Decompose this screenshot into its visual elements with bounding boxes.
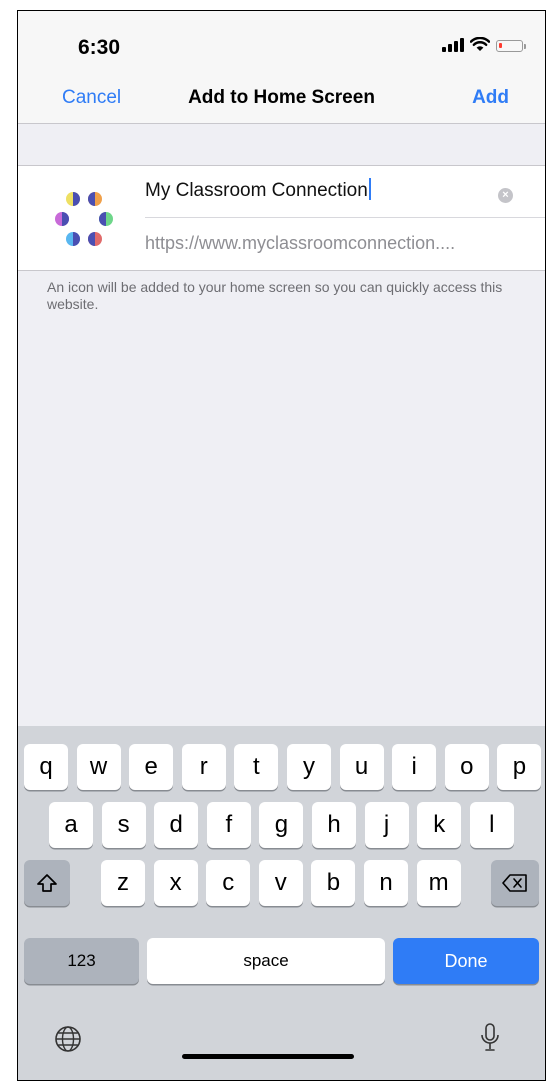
backspace-icon — [502, 874, 527, 892]
text-cursor — [368, 178, 371, 200]
key-m[interactable]: m — [416, 860, 461, 906]
keyboard: qwertyuiop asdfghjkl zxcvbnm 123 space D… — [18, 726, 545, 1080]
key-s[interactable]: s — [101, 802, 146, 848]
key-g[interactable]: g — [259, 802, 304, 848]
shift-key[interactable] — [24, 860, 70, 906]
key-x[interactable]: x — [153, 860, 198, 906]
key-d[interactable]: d — [154, 802, 199, 848]
key-a[interactable]: a — [49, 802, 93, 848]
cancel-button[interactable]: Cancel — [62, 87, 121, 109]
key-o[interactable]: o — [444, 744, 489, 790]
battery-icon — [496, 40, 526, 52]
key-h[interactable]: h — [312, 802, 356, 848]
app-logo-icon — [55, 192, 113, 246]
key-p[interactable]: p — [497, 744, 542, 790]
wifi-icon — [470, 37, 490, 51]
key-c[interactable]: c — [206, 860, 251, 906]
url-text: https://www.myclassroomconnection.... — [145, 233, 456, 253]
key-u[interactable]: u — [339, 744, 384, 790]
globe-icon[interactable] — [53, 1024, 83, 1054]
key-k[interactable]: k — [417, 802, 462, 848]
status-bar: 6:30 — [18, 11, 545, 71]
navigation-bar: Add to Home Screen Cancel Add — [18, 71, 545, 124]
key-n[interactable]: n — [364, 860, 408, 906]
done-key[interactable]: Done — [393, 938, 539, 984]
help-text: An icon will be added to your home scree… — [47, 279, 503, 312]
key-v[interactable]: v — [258, 860, 303, 906]
key-t[interactable]: t — [234, 744, 279, 790]
phone-screen: 6:30 Add to Home Screen Cancel Add My Cl… — [17, 10, 546, 1081]
status-time: 6:30 — [78, 36, 121, 59]
cellular-signal-icon — [442, 38, 464, 52]
key-j[interactable]: j — [364, 802, 409, 848]
key-e[interactable]: e — [129, 744, 174, 790]
key-y[interactable]: y — [287, 744, 331, 790]
key-i[interactable]: i — [392, 744, 437, 790]
clear-text-icon[interactable]: × — [498, 188, 513, 203]
key-z[interactable]: z — [101, 860, 145, 906]
field-divider — [145, 217, 545, 218]
key-w[interactable]: w — [76, 744, 121, 790]
key-r[interactable]: r — [181, 744, 226, 790]
key-b[interactable]: b — [311, 860, 356, 906]
status-icons — [442, 37, 526, 52]
bookmark-form: My Classroom Connection × https://www.my… — [18, 165, 545, 271]
key-q[interactable]: q — [24, 744, 68, 790]
space-key[interactable]: space — [147, 938, 385, 984]
add-button[interactable]: Add — [472, 87, 509, 109]
microphone-icon[interactable] — [479, 1022, 501, 1054]
shift-icon — [37, 874, 57, 892]
numbers-key[interactable]: 123 — [24, 938, 139, 984]
title-input-value: My Classroom Connection — [145, 180, 368, 201]
title-input[interactable]: My Classroom Connection — [145, 178, 505, 206]
key-f[interactable]: f — [206, 802, 251, 848]
delete-key[interactable] — [491, 860, 539, 906]
key-l[interactable]: l — [469, 802, 514, 848]
home-indicator[interactable] — [182, 1054, 354, 1059]
